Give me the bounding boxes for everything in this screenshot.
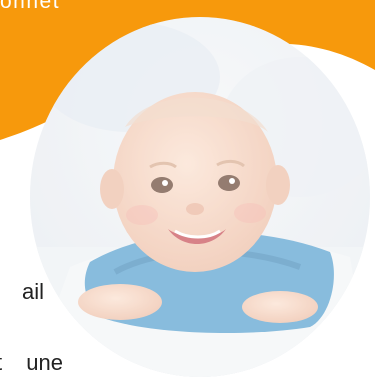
article-line-2: t une: [0, 350, 63, 375]
banner-title: onnet: [0, 0, 61, 13]
article-line-1: ail: [21, 279, 44, 304]
baby-illustration: [30, 17, 370, 377]
article-text-fragment: ail: [0, 273, 44, 311]
baby-photo: [30, 17, 370, 377]
